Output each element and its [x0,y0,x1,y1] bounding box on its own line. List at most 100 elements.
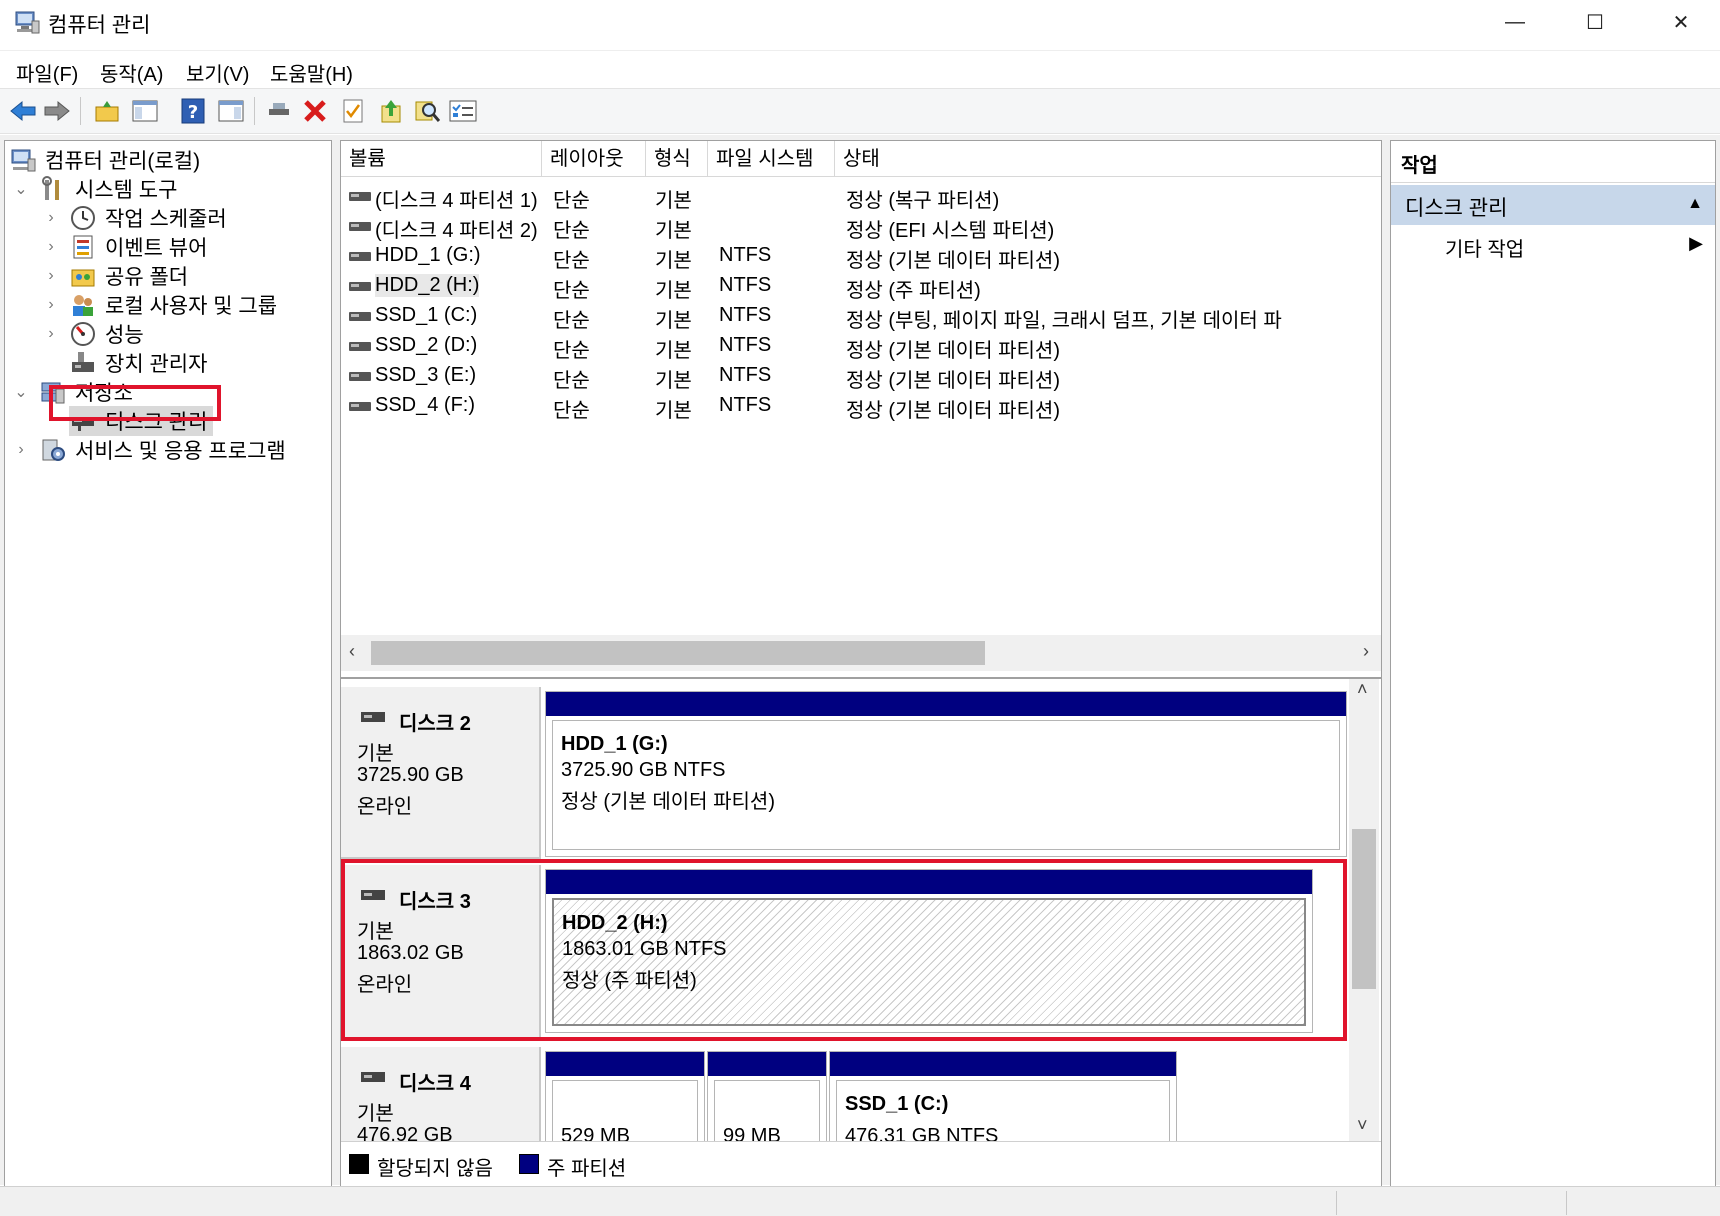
table-row[interactable]: HDD_2 (H:) 단순 기본 NTFS 정상 (주 파티션) [341,271,1381,302]
chevron-right-icon[interactable]: › [43,290,59,320]
table-row[interactable]: SSD_4 (F:) 단순 기본 NTFS 정상 (기본 데이터 파티션) [341,391,1381,422]
partition-recovery[interactable]: 529 MB [545,1051,705,1151]
disk-icon [361,1072,385,1082]
services-icon [39,436,67,464]
partition-hdd1[interactable]: HDD_1 (G:) 3725.90 GB NTFS 정상 (기본 데이터 파티… [545,691,1347,857]
tree-item-event-viewer[interactable]: 이벤트 뷰어 [69,232,207,262]
partition-efi[interactable]: 99 MB [707,1051,827,1151]
tree-item-services[interactable]: 서비스 및 응용 프로그램 [39,435,286,465]
chevron-right-icon[interactable]: › [43,261,59,291]
disk-2-label[interactable]: 디스크 2 기본 3725.90 GB 온라인 [341,687,541,859]
forward-arrow-icon[interactable] [42,96,72,126]
column-header-status[interactable]: 상태 [835,141,1381,177]
menu-help[interactable]: 도움말(H) [270,58,353,87]
tree-item-task-scheduler[interactable]: 작업 스케줄러 [69,203,227,233]
tree-item-shared-folders[interactable]: 공유 폴더 [69,261,188,291]
menu-view[interactable]: 보기(V) [186,58,249,87]
tree-item-device-manager[interactable]: 장치 관리자 [69,348,207,378]
partition-bar [546,1052,704,1076]
connect-icon[interactable] [264,96,294,126]
performance-icon [69,320,97,348]
tree-item-disk-management[interactable]: 디스크 관리 [69,406,213,436]
tree-item-root[interactable]: 컴퓨터 관리(로컬) [9,145,200,175]
back-arrow-icon[interactable] [8,96,38,126]
table-row[interactable]: (디스크 4 파티션 2) 단순 기본 정상 (EFI 시스템 파티션) [341,211,1381,242]
chevron-right-icon[interactable]: › [43,319,59,349]
drive-icon [349,192,371,201]
checklist-icon[interactable] [448,96,478,126]
computer-management-icon [14,9,40,35]
partition-bar [830,1052,1176,1076]
column-header-file-system[interactable]: 파일 시스템 [708,141,835,177]
help-icon[interactable]: ? [178,96,208,126]
tree-label: 로컬 사용자 및 그룹 [105,295,278,318]
action-section-disk-management[interactable]: 디스크 관리 ▲ [1391,185,1715,225]
center-pane: 볼륨 레이아웃 형식 파일 시스템 상태 (디스크 4 파티션 1) 단순 기본… [340,140,1382,1188]
partition-ssd1[interactable]: SSD_1 (C:) 476.31 GB NTFS [829,1051,1177,1151]
menu-file[interactable]: 파일(F) [16,58,78,87]
chevron-down-icon[interactable]: ⌄ [13,377,29,407]
collapse-up-icon[interactable]: ▲ [1687,195,1703,213]
tools-icon [39,175,67,203]
scroll-up-icon[interactable]: ˄ [1357,679,1368,700]
column-header-type[interactable]: 형식 [646,141,708,177]
toolbar: ? [0,88,1720,134]
tree-label: 컴퓨터 관리(로컬) [45,150,201,173]
vertical-scrollbar[interactable]: ˄ ˅ [1349,679,1379,1141]
shared-folder-icon [69,262,97,290]
title-bar: 컴퓨터 관리 — ☐ ✕ [0,0,1720,44]
column-header-volume[interactable]: 볼륨 [341,141,542,177]
action-more-actions[interactable]: 기타 작업 [1445,233,1524,262]
find-icon[interactable] [412,96,442,126]
export-icon[interactable] [376,96,406,126]
volume-list-header: 볼륨 레이아웃 형식 파일 시스템 상태 [341,141,1381,177]
tree-label: 장치 관리자 [105,353,208,376]
maximize-button[interactable]: ☐ [1556,0,1634,44]
tree-item-system-tools[interactable]: 시스템 도구 [39,174,177,204]
window-title: 컴퓨터 관리 [48,14,151,37]
tree-label: 시스템 도구 [75,179,178,202]
tree-item-local-users[interactable]: 로컬 사용자 및 그룹 [69,290,277,320]
tree-item-storage[interactable]: 저장소 [39,377,133,407]
scroll-right-icon[interactable]: › [1363,641,1369,662]
partition-hdd2[interactable]: HDD_2 (H:) 1863.01 GB NTFS 정상 (주 파티션) [545,869,1313,1033]
folder-up-icon[interactable] [92,96,122,126]
partition-bar [708,1052,826,1076]
table-row[interactable]: HDD_1 (G:) 단순 기본 NTFS 정상 (기본 데이터 파티션) [341,241,1381,272]
device-manager-icon [69,349,97,377]
disk-graphical-view: 디스크 2 기본 3725.90 GB 온라인 HDD_1 (G:) 3725.… [341,677,1381,1187]
scroll-left-icon[interactable]: ‹ [349,641,355,662]
event-viewer-icon [69,233,97,261]
chevron-right-icon[interactable]: › [13,435,29,465]
scroll-down-icon[interactable]: ˅ [1357,1115,1368,1136]
drive-icon [349,222,371,231]
properties-icon[interactable] [338,96,368,126]
disk-3-label[interactable]: 디스크 3 기본 1863.02 GB 온라인 [341,865,541,1041]
submenu-arrow-icon[interactable]: ▶ [1689,233,1703,254]
tree-item-performance[interactable]: 성능 [69,319,144,349]
horizontal-scrollbar[interactable]: ‹ › [341,635,1381,671]
chevron-down-icon[interactable]: ⌄ [13,174,29,204]
table-row[interactable]: SSD_1 (C:) 단순 기본 NTFS 정상 (부팅, 페이지 파일, 크래… [341,301,1381,332]
show-hide-action-pane-icon[interactable] [216,96,246,126]
table-row[interactable]: SSD_2 (D:) 단순 기본 NTFS 정상 (기본 데이터 파티션) [341,331,1381,362]
table-row[interactable]: (디스크 4 파티션 1) 단순 기본 정상 (복구 파티션) [341,181,1381,212]
minimize-button[interactable]: — [1476,0,1554,44]
legend-unallocated-label: 할당되지 않음 [377,1158,493,1180]
table-row[interactable]: SSD_3 (E:) 단순 기본 NTFS 정상 (기본 데이터 파티션) [341,361,1381,392]
action-pane-header: 작업 [1391,141,1715,183]
menu-action[interactable]: 동작(A) [100,58,163,87]
drive-icon [349,402,371,411]
scrollbar-thumb[interactable] [1352,829,1376,989]
delete-icon[interactable] [300,96,330,126]
close-button[interactable]: ✕ [1642,0,1720,44]
disk-management-icon [69,407,97,435]
show-hide-console-tree-icon[interactable] [130,96,160,126]
legend: 할당되지 않음 주 파티션 [341,1141,1381,1187]
chevron-right-icon[interactable]: › [43,232,59,262]
column-header-layout[interactable]: 레이아웃 [542,141,646,177]
storage-icon [39,378,67,406]
chevron-right-icon[interactable]: › [43,203,59,233]
drive-icon [349,282,371,291]
scrollbar-thumb[interactable] [371,641,985,665]
